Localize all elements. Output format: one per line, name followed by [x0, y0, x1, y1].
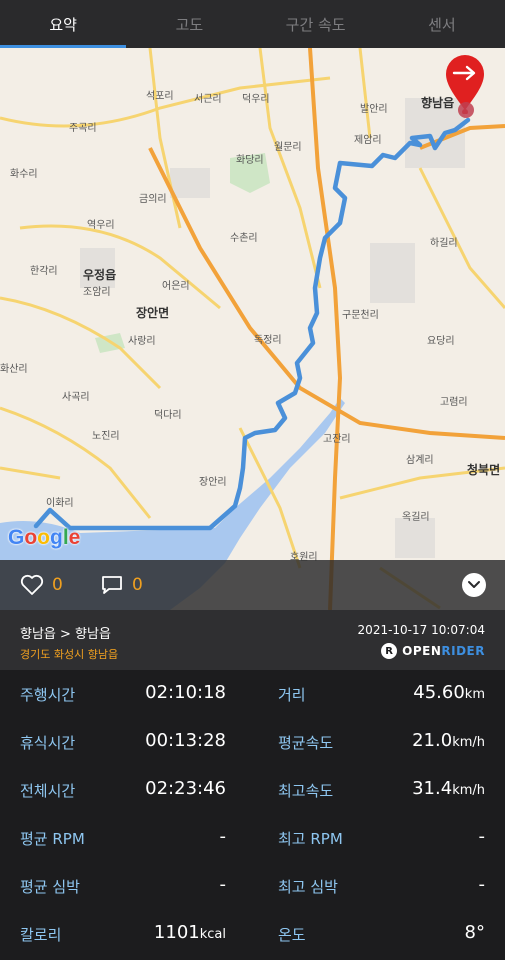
stat-value: 31.4km/h	[412, 778, 485, 799]
stat-value: -	[219, 826, 227, 847]
map-label: 청북면	[467, 463, 501, 477]
map-label: 삼계리	[406, 455, 434, 466]
stat-label: 평균속도	[278, 734, 334, 752]
stat-label: 거리	[278, 686, 306, 704]
stat-value: 00:13:28	[145, 730, 226, 751]
stat-row: 평균 RPM - 최고 RPM -	[0, 814, 505, 862]
expand-button[interactable]	[462, 573, 486, 597]
map-label: 어은리	[162, 281, 190, 292]
stat-label: 칼로리	[20, 926, 62, 944]
stat-label: 전체시간	[20, 782, 76, 800]
stat-value: 21.0km/h	[412, 730, 485, 751]
stat-label: 최고 심박	[278, 878, 338, 896]
map-label: 이화리	[46, 498, 74, 509]
comment-count: 0	[132, 575, 143, 595]
brand-rider: RIDER	[441, 644, 485, 658]
stat-label: 휴식시간	[20, 734, 76, 752]
map-label: 한각리	[30, 266, 58, 277]
map-label: 노진리	[92, 431, 120, 442]
map-label: 석포리	[146, 91, 174, 102]
like-count: 0	[52, 575, 63, 595]
map-label: 장안리	[199, 477, 227, 488]
social-bar: 0 0	[0, 560, 505, 610]
map-label: 하길리	[430, 238, 458, 249]
map-label: 발안리	[360, 104, 388, 115]
route-start-marker-icon	[458, 102, 474, 118]
map-label: 주곡리	[69, 123, 97, 134]
stat-value: 8°	[464, 922, 485, 943]
route-info: 향남읍 > 향남읍 경기도 화성시 향남읍 2021-10-17 10:07:0…	[0, 610, 505, 670]
openrider-badge-icon: R	[381, 643, 398, 659]
map-label: 사랑리	[128, 336, 156, 347]
map-label: 덕다리	[154, 410, 182, 421]
google-logo: Google	[8, 526, 81, 549]
map-label: 화산리	[0, 364, 28, 375]
tab-bar: 요약 고도 구간 속도 센서	[0, 0, 505, 48]
map-label: 화당리	[236, 155, 264, 166]
route-datetime: 2021-10-17 10:07:04	[357, 623, 485, 637]
map-label: 구문천리	[342, 310, 379, 321]
map-label: 고렴리	[440, 397, 468, 408]
heart-icon	[20, 574, 44, 595]
map-label: 수촌리	[230, 233, 258, 244]
map-label: 금의리	[139, 194, 167, 205]
route-title: 향남읍 > 향남읍	[20, 627, 111, 642]
stat-label: 주행시간	[20, 686, 76, 704]
map-label: 장안면	[136, 306, 170, 320]
route-address: 경기도 화성시 향남읍	[20, 648, 119, 661]
map-label: 요당리	[427, 336, 455, 347]
map-label: 사곡리	[62, 392, 90, 403]
map-label: 화수리	[10, 169, 38, 180]
tab-segment-speed[interactable]: 구간 속도	[253, 0, 379, 48]
stat-value: 02:10:18	[145, 682, 226, 703]
stat-value: -	[478, 874, 486, 895]
stat-label: 최고 RPM	[278, 830, 343, 848]
comment-icon	[102, 576, 122, 594]
stat-row: 평균 심박 - 최고 심박 -	[0, 862, 505, 910]
tab-elevation[interactable]: 고도	[126, 0, 252, 48]
map-label: 독정리	[254, 335, 282, 346]
stat-row: 칼로리 1101kcal 온도 8°	[0, 910, 505, 958]
route-map[interactable]: 석포리 서근리 덕우리 발안리 향남읍 주곡리 제암리 월문리 화당리 화수리 …	[0, 48, 505, 610]
map-label: 제암리	[354, 135, 382, 146]
stat-value: 45.60km	[413, 682, 485, 703]
brand-open: OPEN	[402, 644, 442, 658]
stat-value: 1101kcal	[153, 922, 226, 943]
stat-label: 최고속도	[278, 782, 334, 800]
map-label: 월문리	[274, 142, 302, 153]
stat-label: 평균 RPM	[20, 830, 85, 848]
like-button[interactable]: 0	[20, 560, 63, 610]
stat-row: 전체시간 02:23:46 최고속도 31.4km/h	[0, 766, 505, 814]
openrider-logo: R OPENRIDER	[381, 643, 485, 659]
chevron-down-icon	[468, 581, 480, 588]
tab-sensor[interactable]: 센서	[379, 0, 505, 48]
map-label: 역우리	[87, 220, 115, 231]
stat-row: 주행시간 02:10:18 거리 45.60km	[0, 670, 505, 718]
ride-stats: 주행시간 02:10:18 거리 45.60km 휴식시간 00:13:28 평…	[0, 670, 505, 960]
map-label: 덕우리	[242, 94, 270, 105]
map-label: 서근리	[194, 94, 222, 105]
map-label: 조암리	[83, 287, 111, 298]
stat-value: 02:23:46	[145, 778, 226, 799]
stat-value: -	[478, 826, 486, 847]
map-label: 옥길리	[402, 512, 430, 523]
stat-value: -	[219, 874, 227, 895]
comment-button[interactable]: 0	[100, 560, 143, 610]
map-label: 우정읍	[83, 268, 117, 282]
stat-label: 온도	[278, 926, 306, 944]
stat-row: 휴식시간 00:13:28 평균속도 21.0km/h	[0, 718, 505, 766]
stat-label: 평균 심박	[20, 878, 80, 896]
map-label: 고잔리	[323, 434, 351, 445]
tab-summary[interactable]: 요약	[0, 0, 127, 48]
